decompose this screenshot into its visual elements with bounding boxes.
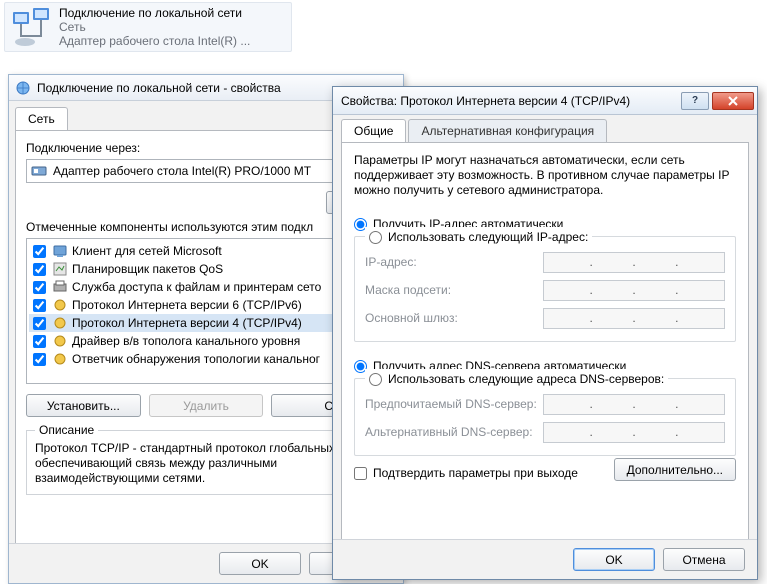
radio-dns-manual-label: Использовать следующие адреса DNS-сервер…	[388, 372, 664, 386]
component-row[interactable]: Протокол Интернета версии 6 (TCP/IPv6)	[29, 296, 383, 314]
protocol-icon	[52, 297, 68, 313]
component-checkbox[interactable]	[33, 353, 46, 366]
tab-alt-config[interactable]: Альтернативная конфигурация	[408, 119, 607, 142]
component-checkbox[interactable]	[33, 317, 46, 330]
component-checkbox[interactable]	[33, 245, 46, 258]
ip-address-input: ...	[543, 252, 725, 273]
component-label: Драйвер в/в тополога канального уровня	[72, 334, 300, 348]
network-adapter-icon	[11, 6, 53, 48]
file-print-icon	[52, 279, 68, 295]
uninstall-button: Удалить	[149, 394, 264, 417]
component-label: Служба доступа к файлам и принтерам сето	[72, 280, 321, 294]
radio-ip-manual-label: Использовать следующий IP-адрес:	[388, 230, 588, 244]
dns-manual-group: Использовать следующие адреса DNS-сервер…	[354, 378, 736, 456]
dns-alt-label: Альтернативный DNS-сервер:	[365, 425, 543, 439]
component-label: Протокол Интернета версии 6 (TCP/IPv6)	[72, 298, 302, 312]
description-text: Протокол TCP/IP - стандартный протокол г…	[35, 441, 377, 486]
dns-preferred-input: ...	[543, 394, 725, 415]
component-label: Протокол Интернета версии 4 (TCP/IPv4)	[72, 316, 302, 330]
dialog-button-bar: OK Отмена	[333, 539, 757, 579]
validate-on-exit-label: Подтвердить параметры при выходе	[373, 466, 578, 480]
intro-text: Параметры IP могут назначаться автоматич…	[354, 153, 736, 198]
connection-list-item[interactable]: Подключение по локальной сети Сеть Адапт…	[4, 2, 292, 52]
responder-icon	[52, 351, 68, 367]
ipv4-properties-window: Свойства: Протокол Интернета версии 4 (T…	[332, 86, 758, 580]
description-legend: Описание	[35, 423, 98, 437]
window-title: Подключение по локальной сети - свойства	[37, 81, 281, 95]
connection-item-text: Подключение по локальной сети Сеть Адапт…	[59, 6, 250, 48]
mask-label: Маска подсети:	[365, 283, 543, 297]
dns-pref-label: Предпочитаемый DNS-сервер:	[365, 397, 543, 411]
protocol-icon	[52, 315, 68, 331]
client-icon	[52, 243, 68, 259]
cancel-button[interactable]: Отмена	[663, 548, 745, 571]
component-row[interactable]: Клиент для сетей Microsoft	[29, 242, 383, 260]
driver-icon	[52, 333, 68, 349]
window-buttons: ?	[681, 92, 757, 110]
component-label: Ответчик обнаружения топологии канальног	[72, 352, 320, 366]
component-checkbox[interactable]	[33, 299, 46, 312]
component-row[interactable]: Планировщик пакетов QoS	[29, 260, 383, 278]
component-row[interactable]: Драйвер в/в тополога канального уровня	[29, 332, 383, 350]
titlebar[interactable]: Свойства: Протокол Интернета версии 4 (T…	[333, 87, 757, 115]
tab-network[interactable]: Сеть	[15, 107, 68, 130]
tab-panel-general: Параметры IP могут назначаться автоматич…	[341, 142, 749, 552]
advanced-button[interactable]: Дополнительно...	[614, 458, 736, 481]
tab-general[interactable]: Общие	[341, 119, 406, 142]
adapter-icon	[31, 163, 47, 179]
connection-title: Подключение по локальной сети	[59, 6, 250, 20]
component-checkbox[interactable]	[33, 335, 46, 348]
validate-on-exit-checkbox[interactable]	[354, 467, 367, 480]
radio-ip-manual[interactable]	[369, 231, 382, 244]
ok-button[interactable]: OK	[573, 548, 655, 571]
qos-icon	[52, 261, 68, 277]
adapter-name-text: Адаптер рабочего стола Intel(R) PRO/1000…	[53, 164, 311, 178]
window-title: Свойства: Протокол Интернета версии 4 (T…	[341, 94, 630, 108]
component-row-selected[interactable]: Протокол Интернета версии 4 (TCP/IPv4)	[29, 314, 383, 332]
ip-label: IP-адрес:	[365, 255, 543, 269]
ok-button[interactable]: OK	[219, 552, 301, 575]
component-checkbox[interactable]	[33, 263, 46, 276]
ip-manual-group: Использовать следующий IP-адрес: IP-адре…	[354, 236, 736, 342]
gateway-label: Основной шлюз:	[365, 311, 543, 325]
network-icon	[15, 80, 31, 96]
tabstrip: Общие Альтернативная конфигурация	[341, 119, 749, 142]
component-row[interactable]: Ответчик обнаружения топологии канальног	[29, 350, 383, 368]
component-checkbox[interactable]	[33, 281, 46, 294]
install-button[interactable]: Установить...	[26, 394, 141, 417]
connection-adapter: Адаптер рабочего стола Intel(R) ...	[59, 34, 250, 48]
help-button[interactable]: ?	[681, 92, 709, 110]
connection-network: Сеть	[59, 20, 250, 34]
component-row[interactable]: Служба доступа к файлам и принтерам сето	[29, 278, 383, 296]
gateway-input: ...	[543, 308, 725, 329]
radio-dns-manual[interactable]	[369, 373, 382, 386]
close-button[interactable]	[712, 92, 754, 110]
component-label: Планировщик пакетов QoS	[72, 262, 223, 276]
component-label: Клиент для сетей Microsoft	[72, 244, 222, 258]
subnet-mask-input: ...	[543, 280, 725, 301]
dns-alternate-input: ...	[543, 422, 725, 443]
